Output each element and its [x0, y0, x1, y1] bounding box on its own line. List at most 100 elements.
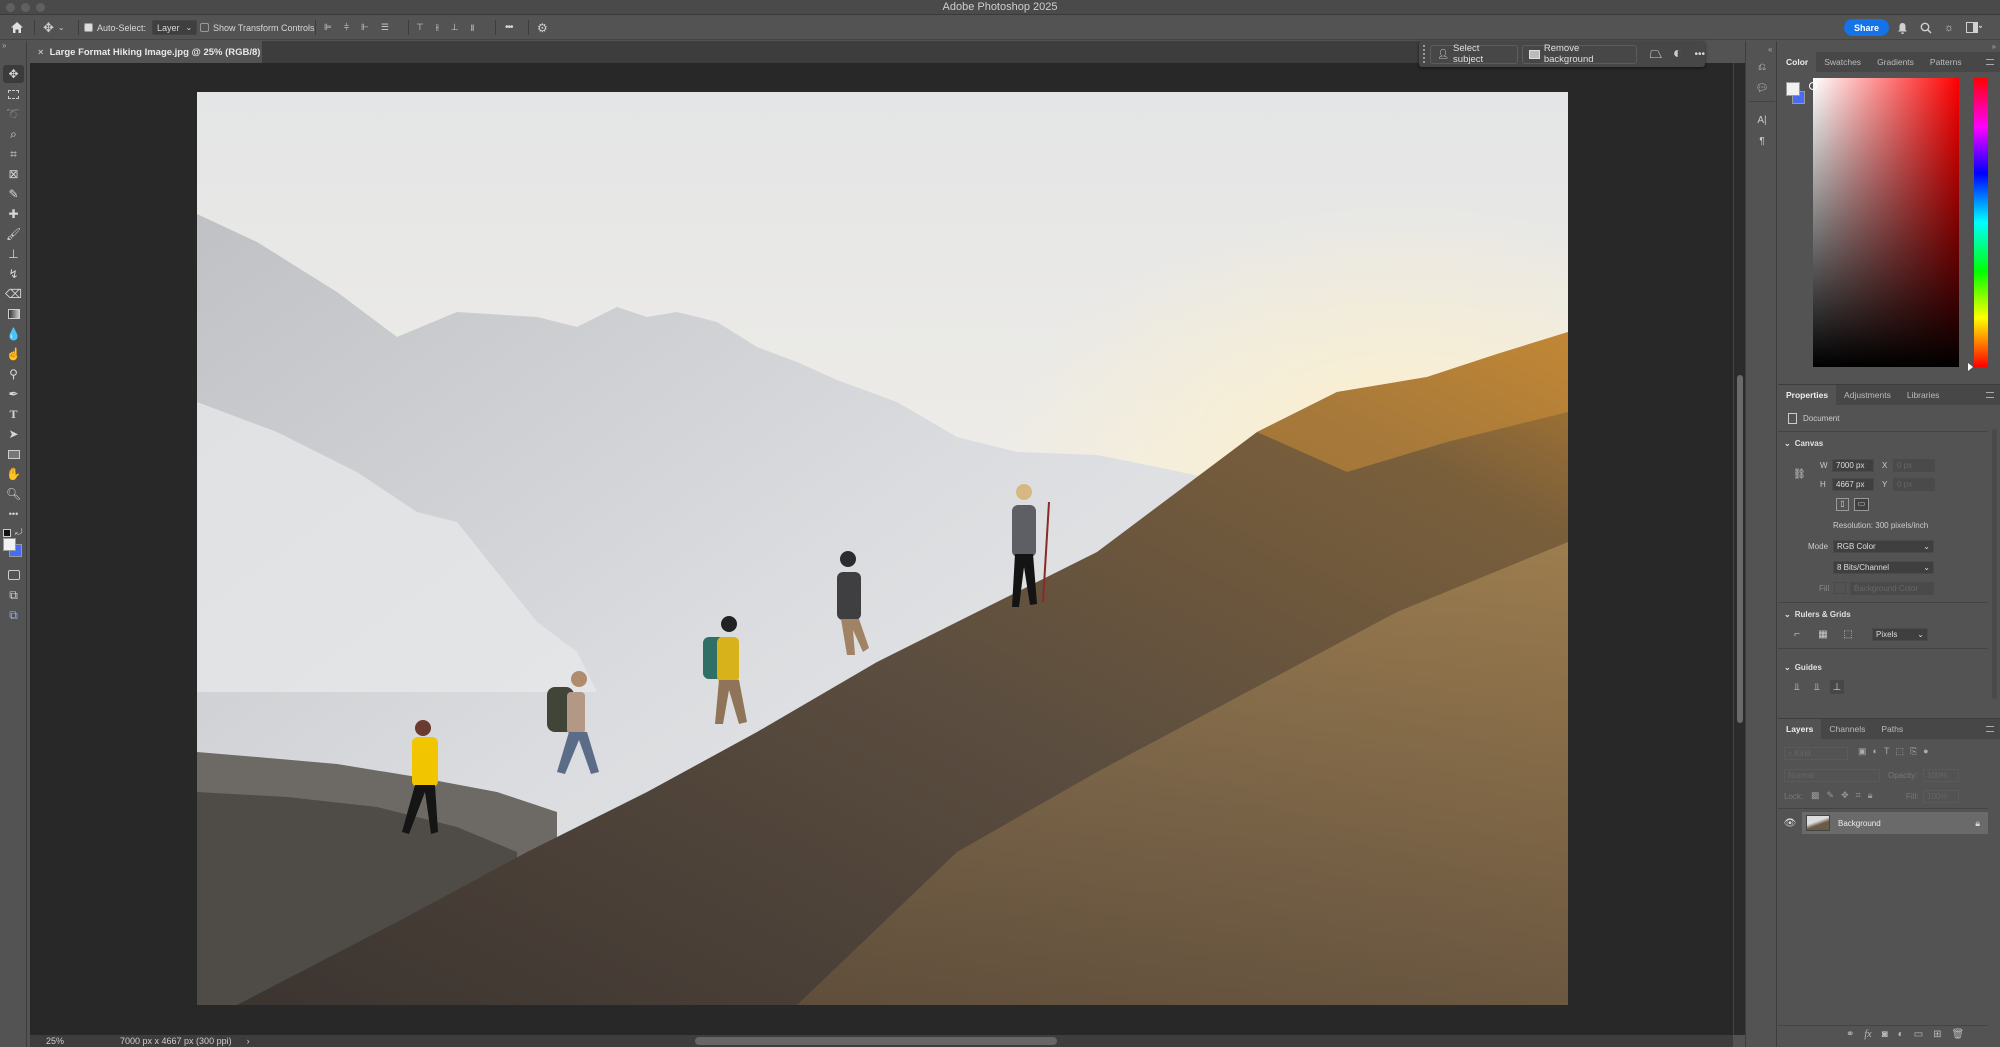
filter-type-icon[interactable]: T [1884, 746, 1890, 757]
show-transform-checkbox[interactable] [200, 23, 209, 32]
type-tool[interactable]: T [3, 405, 24, 423]
more-tools-button[interactable]: ••• [3, 505, 24, 523]
filter-toggle-icon[interactable]: ● [1923, 746, 1928, 757]
adjustment-icon[interactable]: ◐ [1669, 45, 1687, 63]
blend-mode-dropdown[interactable]: Normal [1784, 769, 1880, 782]
collapse-dock-icon[interactable]: « [1768, 45, 1772, 54]
guides-section-header[interactable]: ⌄ Guides [1784, 663, 1822, 672]
add-horizontal-guide-icon[interactable]: ⫫ [1810, 680, 1824, 694]
tab-paths[interactable]: Paths [1873, 719, 1911, 739]
smudge-tool[interactable]: ☝ [3, 345, 24, 363]
share-for-review-button[interactable]: ⧉ [3, 606, 24, 624]
bit-depth-dropdown[interactable]: 8 Bits/Channel ⌄ [1833, 561, 1934, 574]
guide-layout-icon[interactable]: ⊥ [1830, 680, 1844, 694]
filter-adjustment-icon[interactable]: ◐ [1873, 746, 1878, 757]
lock-pixels-icon[interactable]: ✎ [1827, 790, 1835, 801]
filter-pixel-icon[interactable]: ▣ [1858, 746, 1867, 757]
pen-tool[interactable]: ✒ [3, 385, 24, 403]
tab-libraries[interactable]: Libraries [1899, 385, 1948, 405]
more-options-button[interactable]: ••• [505, 18, 513, 37]
add-vertical-guide-icon[interactable]: ⫫ [1790, 680, 1804, 694]
expand-panels-icon[interactable]: » [1992, 42, 1996, 51]
zoom-tool[interactable]: 🔍︎ [3, 485, 24, 503]
eraser-tool[interactable]: ⌫ [3, 285, 24, 303]
document-canvas-image[interactable] [197, 92, 1568, 1005]
x-field[interactable]: 0 px [1893, 459, 1935, 472]
crop-tool[interactable]: ⌗ [3, 145, 24, 163]
horizontal-scroll-thumb[interactable] [695, 1037, 1057, 1045]
quick-mask-button[interactable] [3, 566, 24, 584]
new-layer-icon[interactable]: ⊞ [1933, 1029, 1941, 1040]
new-group-icon[interactable]: ▭ [1914, 1029, 1923, 1040]
share-button[interactable]: Share [1844, 19, 1890, 36]
distribute-v-icon[interactable]: ‖ [471, 23, 475, 33]
filter-shape-icon[interactable]: ⬚ [1895, 746, 1904, 757]
foreground-color-swatch[interactable] [3, 538, 16, 551]
foreground-color-swatch[interactable] [1786, 82, 1800, 96]
horizontal-scrollbar[interactable] [30, 1035, 1733, 1047]
align-top-icon[interactable]: ⊤ [416, 22, 424, 33]
mode-dropdown[interactable]: RGB Color ⌄ [1833, 540, 1934, 553]
paragraph-icon[interactable]: ¶ [1755, 134, 1769, 148]
tab-swatches[interactable]: Swatches [1816, 52, 1869, 72]
history-brush-tool[interactable]: ↯ [3, 265, 24, 283]
home-button[interactable] [10, 18, 24, 37]
filter-smart-object-icon[interactable]: ⎘ [1910, 746, 1917, 757]
canvas-section-header[interactable]: ⌄ Canvas [1784, 439, 1823, 448]
panel-menu-icon[interactable] [1986, 392, 1994, 398]
fill-swatch[interactable] [1834, 582, 1846, 594]
bell-icon[interactable] [1897, 22, 1908, 34]
layer-fill-field[interactable]: 100% [1923, 790, 1959, 803]
hue-slider-handle[interactable] [1968, 363, 1973, 371]
frame-tool[interactable]: ⊠ [3, 165, 24, 183]
eye-icon[interactable]: 👁︎ [1778, 818, 1802, 829]
lock-transparent-icon[interactable]: ▩ [1811, 790, 1820, 801]
lightbulb-icon[interactable]: ☼ [1944, 22, 1954, 34]
distribute-icon[interactable]: ☰ [381, 22, 389, 33]
ruler-icon[interactable]: ⌐ [1790, 627, 1804, 641]
new-adjustment-layer-icon[interactable]: ◐ [1898, 1029, 1904, 1040]
properties-scrollbar[interactable] [1992, 429, 1997, 699]
drag-handle-icon[interactable] [1423, 45, 1426, 63]
delete-layer-icon[interactable]: 🗑︎ [1952, 1029, 1965, 1040]
tab-color[interactable]: Color [1778, 52, 1817, 72]
align-center-h-icon[interactable]: ⫩ [344, 22, 349, 33]
align-middle-v-icon[interactable]: ⫲ [436, 22, 439, 33]
hand-tool[interactable]: ✋ [3, 465, 24, 483]
eyedropper-tool[interactable]: ✎ [3, 185, 24, 203]
fx-icon[interactable]: fx [1864, 1029, 1871, 1040]
brush-tool[interactable]: 🖌 [3, 225, 24, 243]
vertical-scrollbar[interactable] [1733, 63, 1745, 1035]
opacity-field[interactable]: 100% [1923, 769, 1959, 782]
align-bottom-icon[interactable]: ⊥ [451, 22, 459, 33]
color-picker-handle[interactable] [1809, 82, 1817, 90]
layer-row[interactable]: 👁︎ Background 🔒︎ [1778, 812, 1988, 834]
panel-menu-icon[interactable] [1986, 726, 1994, 732]
select-subject-button[interactable]: 👤︎ Select subject [1429, 43, 1519, 65]
path-select-tool[interactable]: ➤ [3, 425, 24, 443]
rulers-grids-section-header[interactable]: ⌄ Rulers & Grids [1784, 610, 1851, 619]
tab-gradients[interactable]: Gradients [1869, 52, 1922, 72]
document-tab[interactable]: × Large Format Hiking Image.jpg @ 25% (R… [30, 41, 262, 63]
tab-adjustments[interactable]: Adjustments [1836, 385, 1899, 405]
tool-preset-picker[interactable]: ✥ ⌄ [43, 18, 65, 37]
clone-stamp-tool[interactable]: ⊥ [3, 245, 24, 263]
link-layers-icon[interactable]: ⚭ [1846, 1029, 1854, 1040]
healing-brush-tool[interactable]: ✚ [3, 205, 24, 223]
tab-channels[interactable]: Channels [1821, 719, 1873, 739]
grid-icon[interactable]: ▦ [1816, 627, 1830, 641]
close-tab-icon[interactable]: × [38, 47, 44, 58]
move-tool[interactable]: ✥ [3, 65, 24, 83]
align-right-icon[interactable]: ⊩ [361, 22, 369, 33]
lock-all-icon[interactable]: 🔒︎ [1868, 790, 1873, 801]
hue-slider[interactable] [1968, 78, 1988, 371]
collapse-toolbox-icon[interactable]: » [2, 41, 6, 50]
portrait-orientation-button[interactable]: ▯ [1836, 498, 1849, 511]
auto-select-target-dropdown[interactable]: Layer ⌄ [152, 20, 198, 35]
more-icon[interactable]: ••• [1695, 49, 1706, 60]
fill-dropdown[interactable]: Background Color [1850, 582, 1934, 595]
layer-kind-filter[interactable]: ⌕ Kind [1784, 747, 1848, 760]
dodge-tool[interactable]: ⚲ [3, 365, 24, 383]
search-icon[interactable] [1920, 22, 1932, 34]
link-icon[interactable]: ⛓ [1793, 469, 1806, 480]
